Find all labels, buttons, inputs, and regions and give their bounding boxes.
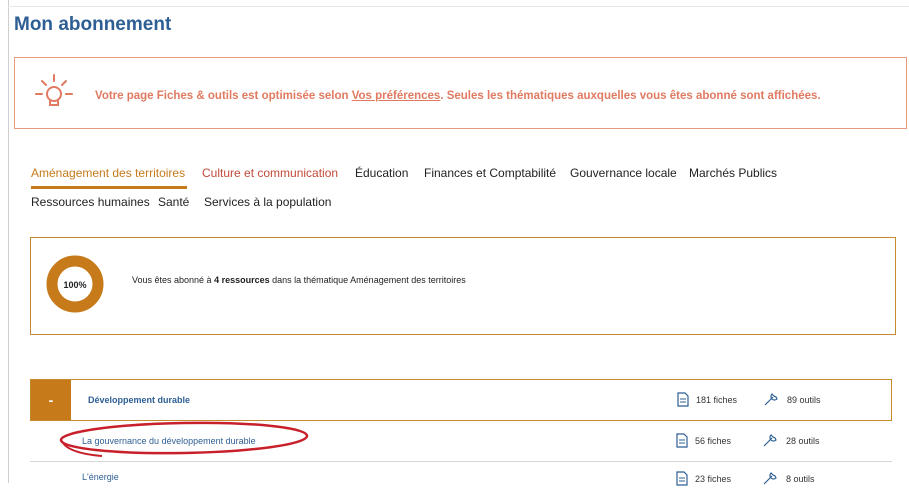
progress-donut: 100% [46,255,104,318]
item-outils-count: 28 outils [786,436,820,446]
document-icon [677,392,689,412]
page-title: Mon abonnement [14,14,172,35]
notice-text: Votre page Fiches & outils est optimisée… [95,90,821,102]
item-fiches-count: 56 fiches [695,436,732,446]
active-tab-indicator [31,186,187,189]
subscription-summary: 100% Vous êtes abonné à 4 ressources dan… [30,237,896,335]
accordion-outils-count: 89 outils [787,395,821,405]
document-icon [676,433,688,453]
tab-marches[interactable]: Marchés Publics [689,166,777,180]
tab-sante[interactable]: Santé [158,195,189,209]
collapse-button[interactable]: - [31,380,71,420]
wrench-icon [763,391,781,412]
tab-finances[interactable]: Finances et Comptabilité [424,166,556,180]
summary-text-after: dans la thématique Aménagement des terri… [269,275,466,285]
tab-services[interactable]: Services à la population [204,195,331,209]
tab-culture[interactable]: Culture et communication [202,166,338,180]
tab-amenagement[interactable]: Aménagement des territoires [31,166,185,180]
preferences-notice: Votre page Fiches & outils est optimisée… [14,57,907,129]
notice-text-before: Votre page Fiches & outils est optimisée… [95,90,352,102]
notice-text-after: . Seules les thématiques auxquelles vous… [440,90,821,102]
tab-ressources[interactable]: Ressources humaines [31,195,150,209]
highlight-annotation [58,419,312,464]
accordion-fiches-count: 181 fiches [696,395,738,405]
accordion-developpement-durable[interactable]: - Développement durable 181 fiches 89 ou… [30,379,892,421]
frame-top-border [8,6,909,7]
donut-percent: 100% [63,280,86,290]
wrench-icon [762,432,780,453]
item-link-energie[interactable]: L'énergie [82,472,119,482]
wrench-icon [762,470,780,491]
accordion-title[interactable]: Développement durable [88,395,190,405]
summary-text: Vous êtes abonné à 4 ressources dans la … [132,275,466,285]
tab-education[interactable]: Éducation [355,166,408,180]
frame-left-border [8,0,9,483]
preferences-link[interactable]: Vos préférences [352,90,441,102]
lightbulb-icon [33,70,75,119]
document-icon [676,471,688,491]
list-item: L'énergie 23 fiches 8 outils [30,462,892,502]
summary-count: 4 ressources [214,275,270,285]
summary-text-before: Vous êtes abonné à [132,275,215,285]
tab-gouvernance[interactable]: Gouvernance locale [570,166,677,180]
